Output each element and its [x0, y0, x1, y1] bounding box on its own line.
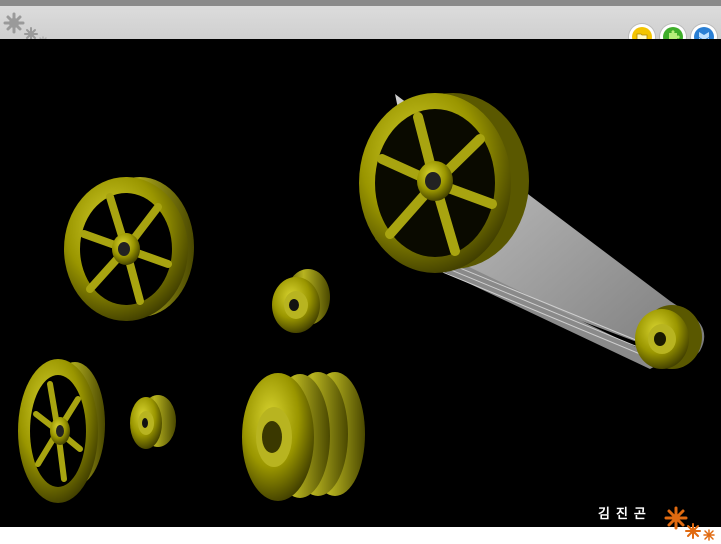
- header-bar: [0, 6, 721, 39]
- footer-bar: [0, 527, 721, 544]
- small-grooved-pulley-center: [272, 269, 330, 333]
- pulley-illustration: [18, 93, 705, 503]
- author-name: 김진곤: [598, 507, 652, 522]
- small-grooved-pulley-bottom: [130, 395, 176, 449]
- gear-decoration-orange-icon: [664, 506, 715, 541]
- pulley-render-stage: [0, 39, 721, 527]
- spoked-pulley-bottom-left: [18, 359, 105, 503]
- wide-grooved-pulley: [242, 372, 365, 501]
- spoked-pulley-left: [64, 177, 194, 321]
- belt-drive-assembly: [359, 93, 705, 369]
